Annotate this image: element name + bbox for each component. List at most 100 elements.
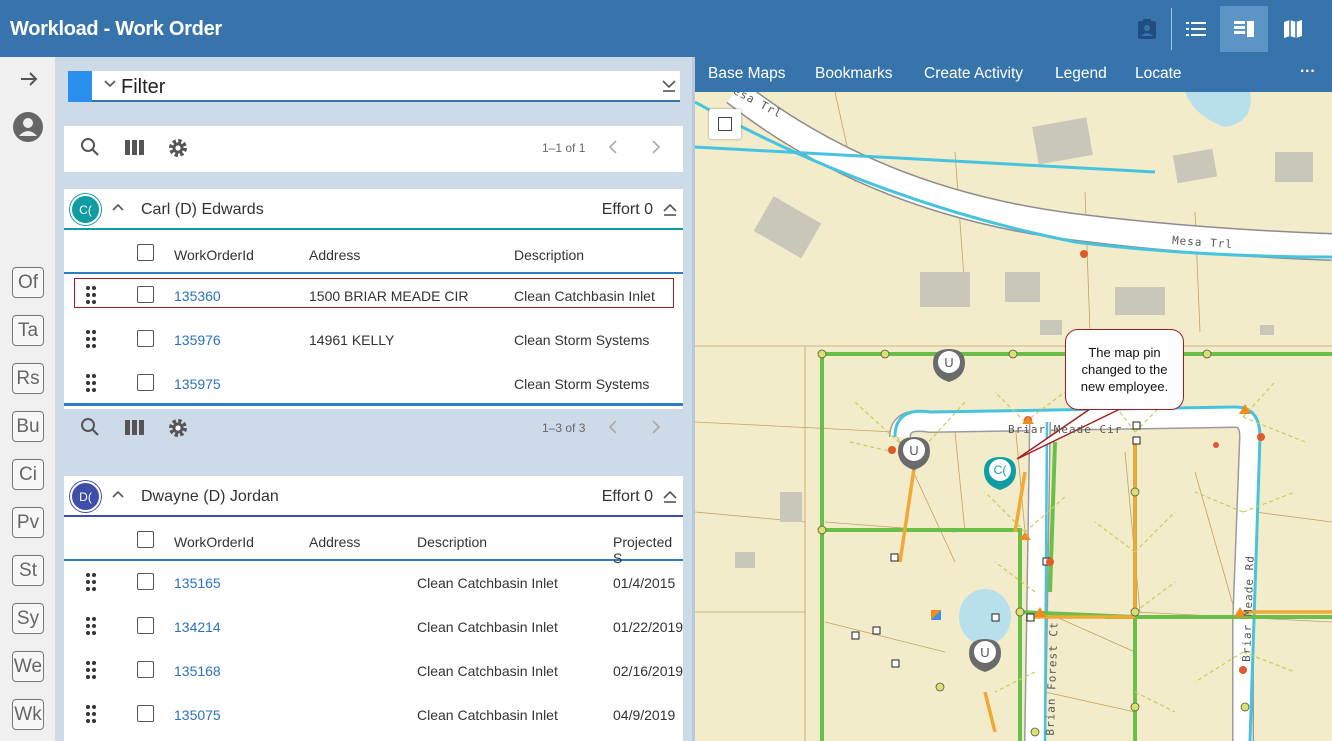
- row-checkbox[interactable]: [137, 617, 154, 634]
- split-view-button[interactable]: [1220, 6, 1268, 52]
- search-icon[interactable]: [80, 137, 100, 157]
- collapse-icon[interactable]: [663, 203, 677, 217]
- workload-panel: Filter 1–1 of 1 C( Carl (D) Edwards Effo…: [56, 57, 692, 741]
- legend-button[interactable]: Legend: [1055, 65, 1107, 83]
- chevron-right-icon[interactable]: [651, 419, 661, 435]
- row-checkbox[interactable]: [137, 573, 154, 590]
- description-cell: Clean Catchbasin Inlet: [417, 619, 558, 635]
- create-activity-button[interactable]: Create Activity: [924, 65, 1023, 83]
- workorder-link[interactable]: 135075: [174, 707, 221, 723]
- select-all-checkbox[interactable]: [137, 244, 154, 261]
- expand-button[interactable]: [20, 71, 38, 92]
- map-view-button[interactable]: [1270, 6, 1316, 52]
- description-cell: Clean Storm Systems: [514, 332, 650, 348]
- table-row[interactable]: 135976 14961 KELLY Clean Storm Systems: [64, 318, 683, 362]
- rail-badge-rs[interactable]: Rs: [12, 363, 44, 394]
- drag-handle-icon[interactable]: [86, 661, 96, 679]
- columns-icon[interactable]: [125, 140, 144, 155]
- workorder-link[interactable]: 135165: [174, 575, 221, 591]
- callout-line: The map pin: [1088, 345, 1161, 360]
- workorder-link[interactable]: 134214: [174, 619, 221, 635]
- drag-handle-icon[interactable]: [86, 705, 96, 723]
- description-cell: Clean Catchbasin Inlet: [417, 707, 558, 723]
- row-checkbox[interactable]: [137, 661, 154, 678]
- drag-handle-icon[interactable]: [86, 573, 96, 591]
- map-toolbar: Base Maps Bookmarks Create Activity Lege…: [695, 57, 1332, 92]
- columns-icon[interactable]: [125, 420, 144, 435]
- chevron-right-icon[interactable]: [651, 139, 661, 155]
- workorder-link[interactable]: 135168: [174, 663, 221, 679]
- bookmarks-button[interactable]: Bookmarks: [815, 65, 893, 83]
- chevron-up-icon[interactable]: [112, 490, 124, 498]
- column-header-description: Description: [514, 247, 585, 263]
- locate-button[interactable]: Locate: [1135, 65, 1182, 83]
- workorder-link[interactable]: 135975: [174, 376, 221, 392]
- map-select-toggle[interactable]: [709, 109, 741, 139]
- table-row[interactable]: 135168 Clean Catchbasin Inlet 02/16/2019: [64, 649, 683, 693]
- map-pin-u-label: U: [980, 645, 989, 660]
- projected-cell: 04/9/2019: [613, 707, 676, 723]
- map-pin-u[interactable]: U: [898, 437, 930, 470]
- address-cell: 1500 BRIAR MEADE CIR: [309, 288, 469, 304]
- gear-icon[interactable]: [167, 417, 189, 439]
- map-graphics: U U U C(: [695, 92, 1332, 741]
- gear-icon[interactable]: [167, 137, 189, 159]
- street-label: Briar Meade Cir: [1008, 423, 1123, 436]
- user-button[interactable]: [12, 111, 44, 148]
- drag-handle-icon[interactable]: [86, 286, 96, 304]
- map-canvas[interactable]: U U U C( esa Trl Mesa Trl Briar Meade Ci…: [695, 92, 1332, 741]
- row-checkbox[interactable]: [137, 705, 154, 722]
- search-icon[interactable]: [80, 417, 100, 437]
- drag-handle-icon[interactable]: [86, 617, 96, 635]
- filter-bar[interactable]: Filter: [68, 71, 680, 102]
- chevron-left-icon[interactable]: [608, 419, 618, 435]
- list-toolbar: 1–1 of 1: [64, 126, 683, 172]
- chevron-left-icon[interactable]: [608, 139, 618, 155]
- table-row[interactable]: 135165 Clean Catchbasin Inlet 01/4/2015: [64, 561, 683, 605]
- select-all-checkbox[interactable]: [137, 531, 154, 548]
- rail-badge-ci[interactable]: Ci: [12, 459, 44, 490]
- clipboard-icon: [1138, 19, 1156, 39]
- map-pin-employee-label: C(: [994, 463, 1007, 477]
- effort-label: Effort 0: [601, 201, 653, 218]
- group-toolbar: 1–3 of 3: [64, 406, 683, 452]
- rail-badge-ta[interactable]: Ta: [12, 315, 44, 346]
- workorder-link[interactable]: 135976: [174, 332, 221, 348]
- group-header: C( Carl (D) Edwards Effort 0: [64, 189, 683, 230]
- more-button[interactable]: ···: [1300, 63, 1316, 81]
- table-row[interactable]: 134214 Clean Catchbasin Inlet 01/22/2019: [64, 605, 683, 649]
- rail-badge-st[interactable]: St: [12, 555, 44, 586]
- account-circle-icon: [13, 112, 43, 142]
- map-pin-u[interactable]: U: [969, 639, 1001, 672]
- rail-badge-we[interactable]: We: [12, 651, 44, 682]
- row-checkbox[interactable]: [137, 286, 154, 303]
- row-checkbox[interactable]: [137, 374, 154, 391]
- list-view-button[interactable]: [1173, 6, 1219, 52]
- arrow-right-icon: [21, 72, 38, 86]
- clipboard-button[interactable]: [1124, 6, 1170, 52]
- map-pin-u[interactable]: U: [933, 349, 965, 382]
- table-row[interactable]: 135360 1500 BRIAR MEADE CIR Clean Catchb…: [64, 274, 683, 318]
- workorder-link[interactable]: 135360: [174, 288, 221, 304]
- table-row[interactable]: 135975 Clean Storm Systems: [64, 362, 683, 406]
- drag-handle-icon[interactable]: [86, 374, 96, 392]
- rail-badge-wk[interactable]: Wk: [12, 699, 44, 730]
- dropdown-icon[interactable]: [662, 78, 676, 92]
- chevron-down-icon[interactable]: [104, 80, 116, 88]
- rail-badge-sy[interactable]: Sy: [12, 603, 44, 634]
- map-pin-employee[interactable]: C(: [984, 457, 1016, 490]
- employee-group-carl: C( Carl (D) Edwards Effort 0 WorkOrderId…: [64, 189, 683, 437]
- base-maps-button[interactable]: Base Maps: [708, 65, 786, 83]
- split-view-icon: [1234, 21, 1254, 37]
- rail-badge-bu[interactable]: Bu: [12, 411, 44, 442]
- collapse-icon[interactable]: [663, 490, 677, 504]
- drag-handle-icon[interactable]: [86, 330, 96, 348]
- group-header: D( Dwayne (D) Jordan Effort 0: [64, 476, 683, 517]
- table-row[interactable]: 135075 Clean Catchbasin Inlet 04/9/2019: [64, 693, 683, 737]
- rail-badge-pv[interactable]: Pv: [12, 507, 44, 538]
- rail-badge-of[interactable]: Of: [12, 267, 44, 298]
- filter-color-swatch: [68, 71, 92, 102]
- pager-text: 1–3 of 3: [542, 421, 586, 435]
- row-checkbox[interactable]: [137, 330, 154, 347]
- chevron-up-icon[interactable]: [112, 203, 124, 211]
